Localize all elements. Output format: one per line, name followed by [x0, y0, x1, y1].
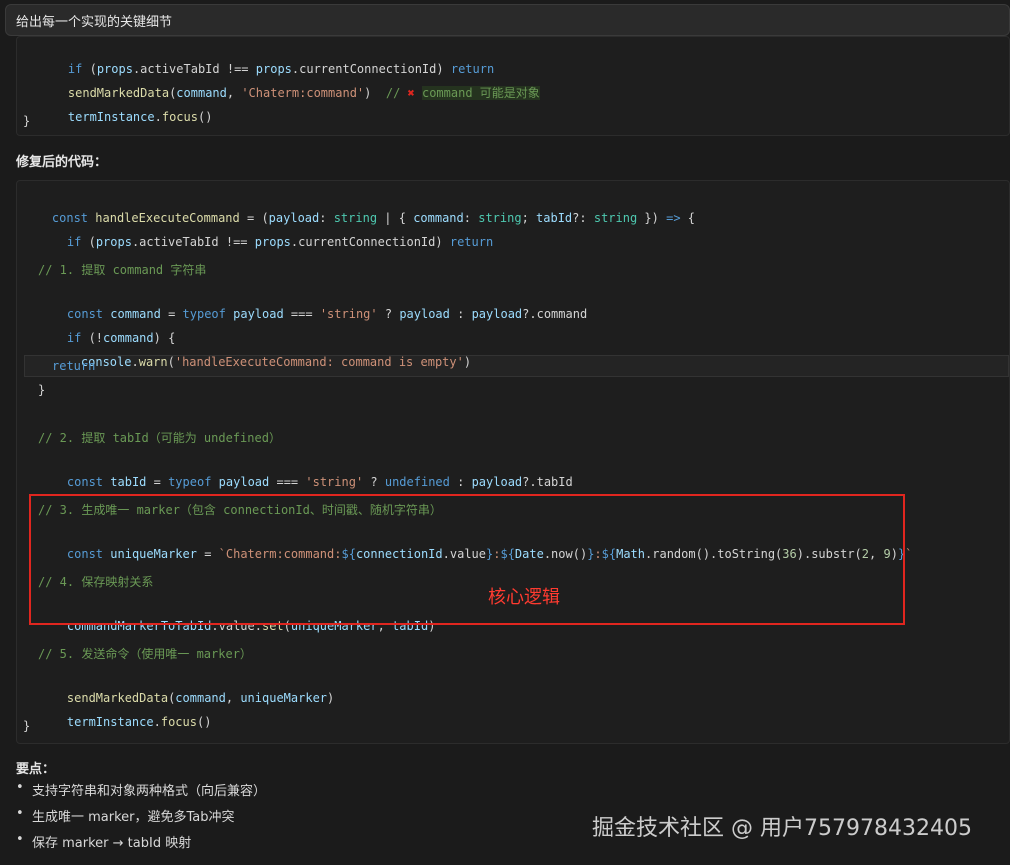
- code-line-16: sendMarkedData(command, uniqueMarker): [66, 691, 335, 705]
- old-code-line-4: }: [23, 114, 31, 128]
- code-line-5: if (!command) {: [66, 331, 176, 345]
- code-line-15: // 5. 发送命令（使用唯一 marker）: [38, 647, 252, 661]
- code-line-9: // 2. 提取 tabId（可能为 undefined）: [38, 431, 281, 445]
- watermark: 掘金技术社区 @ 用户757978432405: [592, 816, 972, 841]
- code-line-1: const handleExecuteCommand = (payload: s…: [51, 211, 696, 225]
- old-code-block: if (props.activeTabId !== props.currentC…: [16, 36, 1010, 136]
- code-line-17: termInstance.focus(): [66, 715, 212, 729]
- key-point-item: 生成唯一 marker，避免多Tab冲突: [16, 806, 235, 825]
- code-line-2: if (props.activeTabId !== props.currentC…: [66, 235, 494, 249]
- code-line-8: }: [38, 383, 46, 397]
- code-line-6: console.warn('handleExecuteCommand: comm…: [80, 355, 472, 369]
- old-code-line-2: sendMarkedData(command, 'Chaterm:command…: [67, 86, 540, 100]
- old-code-line-1: if (props.activeTabId !== props.currentC…: [67, 62, 495, 76]
- code-line-7: return: [52, 359, 96, 373]
- prompt-bar: 给出每一个实现的关键细节: [5, 4, 1010, 36]
- old-code-line-3: termInstance.focus(): [67, 110, 213, 124]
- key-point-item: 支持字符串和对象两种格式（向后兼容）: [16, 780, 266, 799]
- core-logic-highlight-box: [29, 494, 905, 625]
- core-logic-label: 核心逻辑: [488, 587, 560, 608]
- fixed-code-heading: 修复后的代码：: [16, 155, 108, 170]
- code-line-3: // 1. 提取 command 字符串: [38, 263, 207, 277]
- cross-mark-icon: ✖: [407, 86, 422, 100]
- code-line-10: const tabId = typeof payload === 'string…: [66, 475, 573, 489]
- key-point-item: 保存 marker → tabId 映射: [16, 832, 191, 851]
- prompt-text: 给出每一个实现的关键细节: [16, 14, 173, 30]
- code-line-4: const command = typeof payload === 'stri…: [66, 307, 588, 321]
- key-points-heading: 要点：: [16, 762, 56, 777]
- code-line-18: }: [23, 719, 31, 733]
